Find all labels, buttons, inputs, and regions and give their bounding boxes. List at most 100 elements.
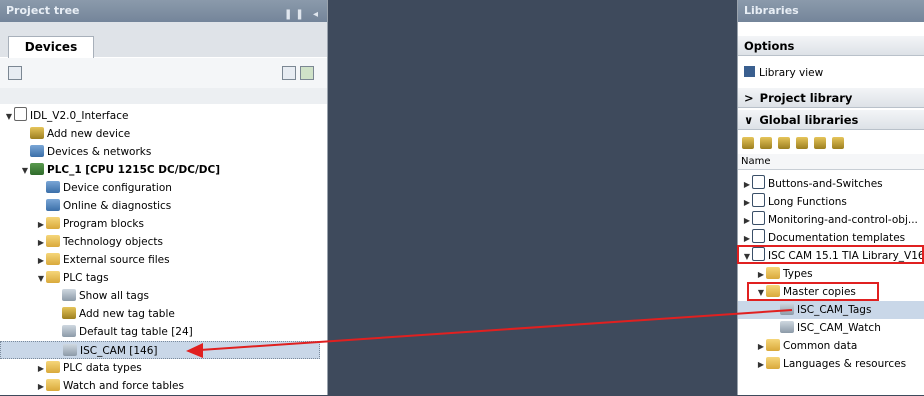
chevron-right-icon: > — [744, 91, 754, 105]
tree-item-label: PLC data types — [63, 362, 142, 374]
diagnostics-icon — [46, 199, 60, 211]
tree-item[interactable]: ▶ Watch and force tables — [0, 377, 327, 395]
library-view-label: Library view — [759, 67, 824, 79]
folder-icon — [766, 267, 780, 279]
master-copies-highlight-box — [747, 282, 879, 301]
expand-right-icon[interactable]: ▶ — [36, 252, 46, 270]
tree-item-label: Technology objects — [63, 236, 163, 248]
update-library-icon[interactable] — [832, 137, 844, 149]
tree-item[interactable]: ▼ PLC_1 [CPU 1215C DC/DC/DC] — [0, 161, 327, 179]
folder-icon — [46, 235, 60, 247]
close-library-icon[interactable] — [796, 137, 808, 149]
project-tree-panel: Project tree ❚❚ ◂ Devices ▼ IDL_V2.0_Inte… — [0, 0, 328, 395]
tree-item-label: Devices & networks — [47, 146, 152, 158]
tree-item[interactable]: ▼ IDL_V2.0_Interface — [0, 107, 327, 125]
global-libraries-section[interactable]: ∨ Global libraries — [738, 110, 924, 130]
folder-icon — [46, 271, 60, 283]
tree-item-label: External source files — [63, 254, 170, 266]
tree-item-label: Add new device — [47, 128, 131, 140]
library-item[interactable]: ▶ Monitoring-and-control-obj... — [738, 211, 924, 229]
tree-item-label: PLC_1 [CPU 1215C DC/DC/DC] — [47, 164, 221, 176]
folder-icon — [766, 339, 780, 351]
expand-right-icon[interactable]: ▶ — [756, 338, 766, 355]
add-icon[interactable] — [300, 66, 314, 80]
library-view-button[interactable]: Library view — [738, 62, 924, 84]
tree-item[interactable]: Add new tag table — [0, 305, 327, 323]
tree-item[interactable]: ▼ PLC tags — [0, 269, 327, 287]
tree-item[interactable]: ▶ PLC data types — [0, 359, 327, 377]
expand-right-icon[interactable]: ▶ — [742, 194, 752, 211]
expand-right-icon[interactable]: ▶ — [756, 266, 766, 283]
tree-item[interactable]: Add new device — [0, 125, 327, 143]
tree-item[interactable]: Devices & networks — [0, 143, 327, 161]
add-table-icon — [62, 307, 76, 319]
tree-item[interactable]: ▶ External source files — [0, 251, 327, 269]
options-section[interactable]: Options — [738, 36, 924, 56]
tree-item[interactable]: ISC_CAM [146] — [0, 341, 320, 359]
tree-item-label: Show all tags — [79, 290, 149, 302]
library-icon — [752, 175, 765, 189]
expand-down-icon[interactable]: ▼ — [36, 270, 46, 288]
expand-right-icon[interactable]: ▶ — [36, 360, 46, 378]
expand-right-icon[interactable]: ▶ — [756, 356, 766, 373]
expand-right-icon[interactable]: ▶ — [742, 176, 752, 193]
tree-item[interactable]: ▶ Program blocks — [0, 215, 327, 233]
folder-icon — [46, 361, 60, 373]
library-item[interactable]: ▶ Languages & resources — [738, 355, 924, 373]
library-item[interactable]: ▶ Common data — [738, 337, 924, 355]
project-tree-toolbar — [0, 58, 327, 89]
folder-icon — [766, 357, 780, 369]
tree-item[interactable]: ▶ Technology objects — [0, 233, 327, 251]
tag-table-icon — [62, 325, 76, 337]
tree-item[interactable]: Default tag table [24] — [0, 323, 327, 341]
tree-header-bar — [0, 88, 327, 104]
library-item[interactable]: ▶ Long Functions — [738, 193, 924, 211]
overview-icon[interactable] — [282, 66, 296, 80]
project-library-label: Project library — [759, 91, 853, 105]
library-item-label: Long Functions — [768, 196, 847, 208]
library-item[interactable]: ▶ Types — [738, 265, 924, 283]
project-tree: ▼ IDL_V2.0_Interface Add new device Devices… — [0, 107, 327, 395]
library-item[interactable]: ISC_CAM_Watch — [738, 319, 924, 337]
tag-table-icon — [63, 344, 77, 356]
library-item-label: Monitoring-and-control-obj... — [768, 214, 918, 226]
expand-right-icon[interactable]: ▶ — [36, 234, 46, 252]
master-copy-icon — [780, 321, 794, 333]
open-library-icon[interactable] — [760, 137, 772, 149]
plc-icon — [30, 163, 44, 175]
chevron-down-icon: ∨ — [744, 113, 754, 127]
library-item-label: Types — [783, 268, 813, 280]
project-tree-header: Project tree ❚❚ ◂ — [0, 0, 327, 22]
project-library-section[interactable]: > Project library — [738, 88, 924, 108]
library-item[interactable]: ▶ Buttons-and-Switches — [738, 175, 924, 193]
library-item-label: ISC_CAM_Watch — [797, 322, 881, 334]
tree-item-label: Add new tag table — [79, 308, 175, 320]
expand-down-icon[interactable]: ▼ — [4, 108, 14, 126]
new-library-icon[interactable] — [742, 137, 754, 149]
library-icon — [752, 229, 765, 243]
library-toolbar — [738, 132, 924, 154]
project-tree-title: Project tree — [6, 4, 80, 17]
expand-right-icon[interactable]: ▶ — [742, 212, 752, 229]
tree-item[interactable]: Online & diagnostics — [0, 197, 327, 215]
expand-right-icon[interactable]: ▶ — [36, 216, 46, 234]
expand-right-icon[interactable]: ▶ — [36, 378, 46, 396]
tab-devices[interactable]: Devices — [8, 36, 94, 58]
master-copy-icon — [780, 303, 794, 315]
compact-view-icon[interactable] — [8, 66, 22, 80]
library-item[interactable]: ISC_CAM_Tags — [738, 301, 924, 319]
tree-item-label: IDL_V2.0_Interface — [30, 110, 129, 122]
tree-item-label: Online & diagnostics — [63, 200, 172, 212]
tree-item[interactable]: Device configuration — [0, 179, 327, 197]
global-libraries-label: Global libraries — [759, 113, 859, 127]
tree-item[interactable]: Show all tags — [0, 287, 327, 305]
save-library-icon[interactable] — [778, 137, 790, 149]
global-library-tree: ▶ Buttons-and-Switches ▶ Long Functions ▶ Mon… — [738, 175, 924, 373]
folder-icon — [46, 217, 60, 229]
folder-icon — [46, 379, 60, 391]
library-item-label: Languages & resources — [783, 358, 907, 370]
export-library-icon[interactable] — [814, 137, 826, 149]
expand-down-icon[interactable]: ▼ — [20, 162, 30, 180]
library-icon — [752, 193, 765, 207]
folder-icon — [46, 253, 60, 265]
